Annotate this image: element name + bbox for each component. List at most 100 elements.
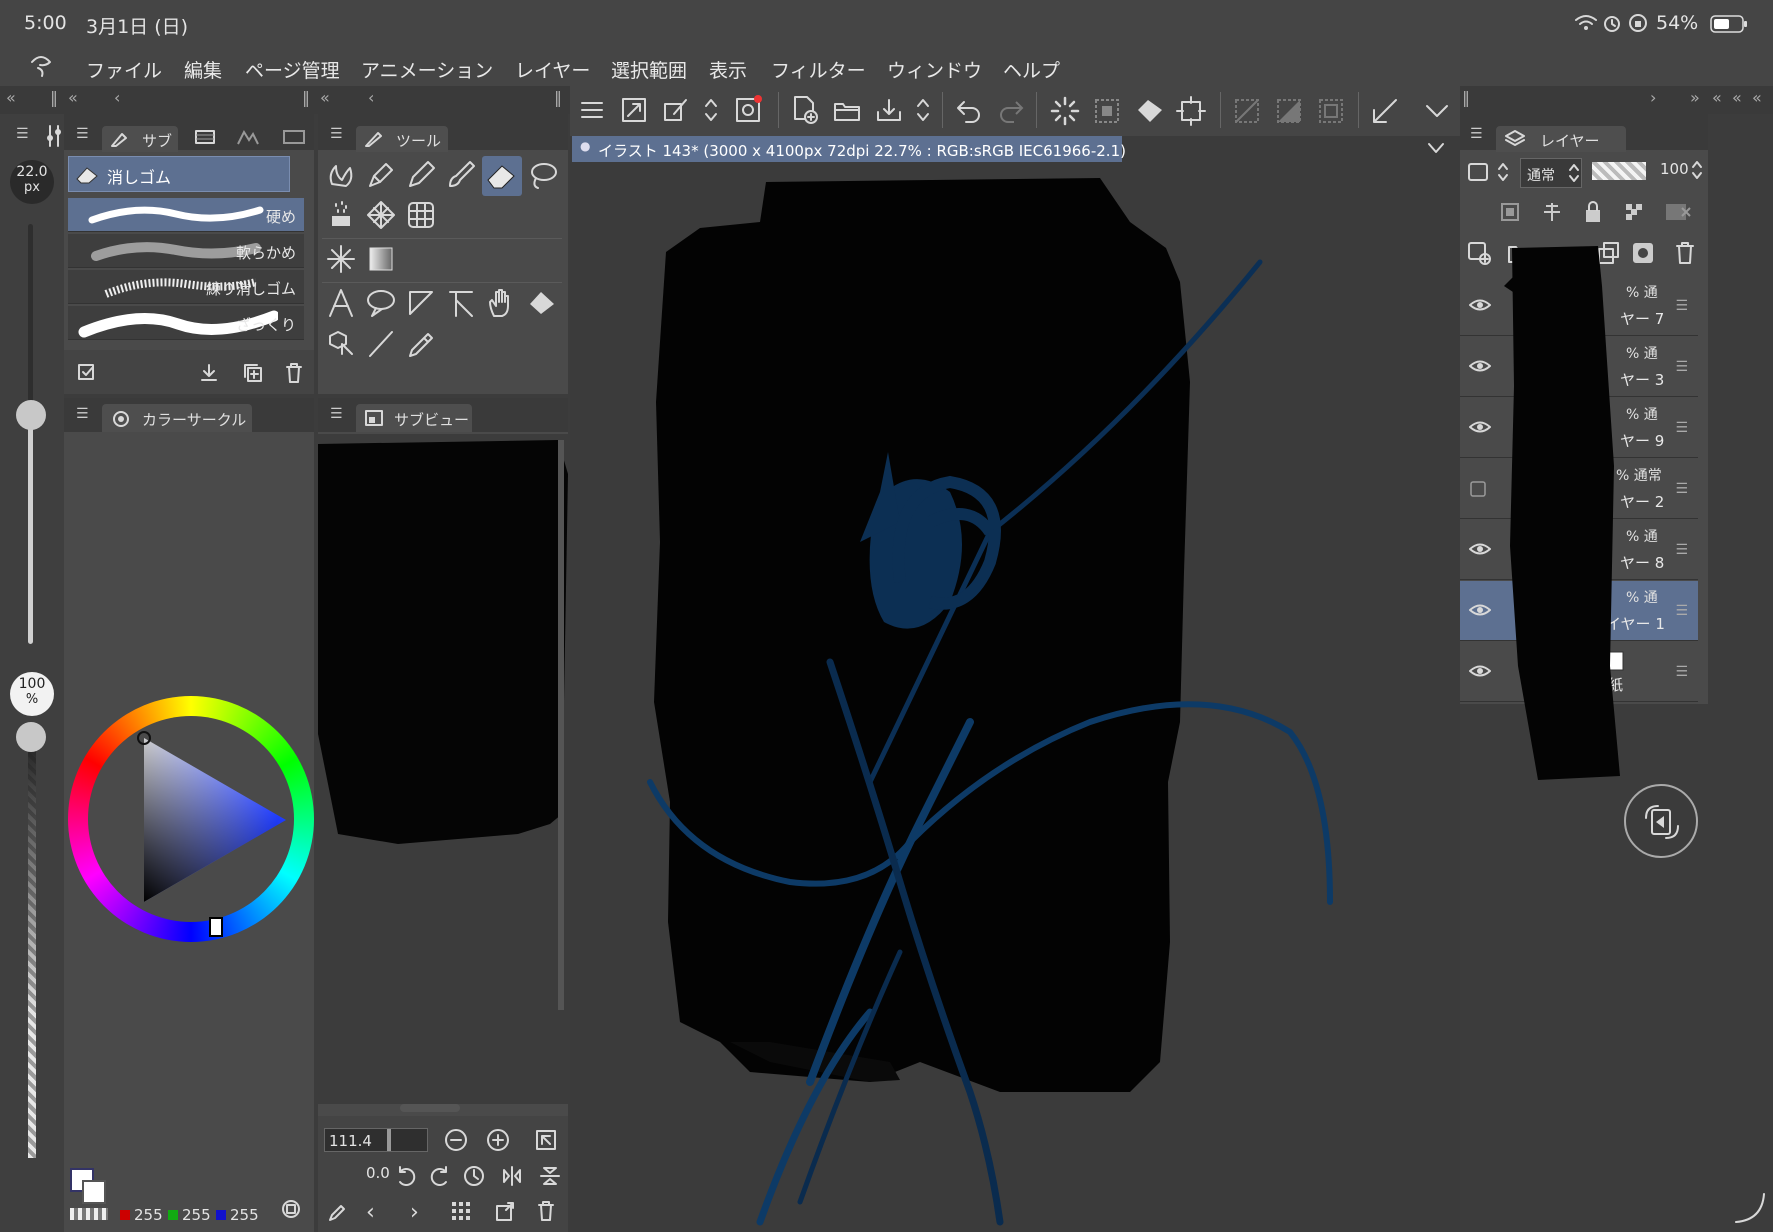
subview-trash-icon[interactable] [536, 1200, 556, 1222]
new-file-icon[interactable] [790, 94, 820, 124]
subview-preview[interactable] [318, 434, 568, 1104]
panel-menu-icon[interactable]: ☰ [16, 126, 29, 142]
fit-view-icon[interactable] [534, 1128, 558, 1152]
hand-icon[interactable] [484, 286, 520, 322]
brush-size-slider-handle[interactable] [16, 400, 46, 430]
brush-settings-icon[interactable] [46, 124, 62, 148]
liquify-icon[interactable] [324, 158, 360, 194]
sub-tool-group-eraser[interactable]: 消しゴム [68, 156, 290, 192]
clear-selection-icon[interactable] [1232, 96, 1262, 126]
tab-subview[interactable]: サブビュー [356, 404, 472, 432]
canvas-tab[interactable]: ● イラスト 143* (3000 x 4100px 72dpi 22.7% :… [572, 136, 1126, 162]
lock-transparency-icon[interactable] [1622, 200, 1646, 224]
brush-icon[interactable] [444, 158, 480, 194]
select-border-icon[interactable] [1316, 96, 1346, 126]
drag-handle-icon[interactable]: ☰ [1675, 298, 1688, 314]
chevron-left-icon[interactable]: ‹ [368, 88, 374, 107]
brush-item-kneaded[interactable]: 練り消しゴム [68, 270, 304, 304]
zoom-input[interactable]: 111.4 [324, 1128, 428, 1152]
quick-access-button[interactable] [1624, 784, 1698, 858]
flip-vertical-icon[interactable] [538, 1164, 562, 1188]
collapse-left-icon[interactable]: « [320, 88, 330, 107]
zoom-slider-handle[interactable] [387, 1129, 391, 1151]
object-select-icon[interactable] [324, 326, 360, 362]
panel-menu-icon[interactable]: ☰ [76, 126, 89, 142]
balloon-icon[interactable] [364, 286, 400, 322]
mask-icon[interactable] [1664, 200, 1694, 224]
loading-spinner-icon[interactable] [1050, 96, 1080, 126]
menu-file[interactable]: ファイル [86, 56, 162, 83]
eye-icon[interactable] [1468, 601, 1492, 619]
panel-menu-icon[interactable]: ☰ [1470, 126, 1483, 142]
lock-icon[interactable] [1582, 200, 1604, 224]
decoration-icon[interactable] [364, 198, 400, 234]
transform-icon[interactable] [1176, 96, 1206, 126]
invert-selection-icon[interactable] [1274, 96, 1304, 126]
gradient-icon[interactable] [364, 242, 400, 278]
brush-item-hard[interactable]: 硬め [68, 198, 304, 232]
save-icon[interactable] [874, 96, 904, 124]
drag-handle-icon[interactable]: ☰ [1675, 664, 1688, 680]
drag-handle-icon[interactable]: ☰ [1675, 481, 1688, 497]
up-down-icon[interactable] [914, 96, 932, 124]
trash-icon[interactable] [284, 362, 304, 384]
eye-icon[interactable] [1468, 296, 1492, 314]
resize-corner-icon[interactable] [1732, 1190, 1768, 1226]
film-icon[interactable] [194, 128, 216, 146]
line-icon[interactable] [364, 326, 400, 362]
menu-animation[interactable]: アニメーション [361, 56, 493, 83]
subview-scrollbar[interactable] [558, 440, 564, 1010]
mountain-icon[interactable] [236, 128, 260, 146]
collapse-right-icon[interactable]: » [1690, 88, 1700, 107]
menu-window[interactable]: ウィンドウ [887, 56, 982, 83]
chevron-left-icon[interactable]: ‹ [114, 88, 120, 107]
rotate-right-icon[interactable] [428, 1164, 452, 1188]
hamburger-menu-icon[interactable] [578, 96, 606, 124]
fill-bucket-icon[interactable] [1134, 96, 1166, 126]
menu-help[interactable]: ヘルプ [1003, 56, 1060, 83]
ruler-icon[interactable] [444, 286, 480, 322]
up-down-icon[interactable] [1690, 158, 1704, 182]
reset-rotation-icon[interactable] [462, 1164, 486, 1188]
reference-layer-icon[interactable] [1540, 200, 1564, 224]
clip-icon[interactable] [1498, 200, 1522, 224]
layer-color-icon[interactable] [1466, 160, 1490, 184]
flip-horizontal-icon[interactable] [500, 1164, 524, 1188]
sub-tool-settings-icon[interactable] [76, 362, 98, 384]
subview-eyedropper-icon[interactable] [326, 1200, 350, 1224]
new-raster-layer-icon[interactable] [1466, 240, 1492, 266]
next-image-icon[interactable]: › [410, 1200, 419, 1225]
up-down-icon[interactable] [702, 96, 720, 124]
eye-icon[interactable] [1468, 418, 1492, 436]
opacity-slider-handle[interactable] [16, 722, 46, 752]
collapse-left-icon[interactable]: « [1732, 88, 1742, 107]
menu-view[interactable]: 表示 [709, 56, 747, 83]
delete-layer-icon[interactable] [1674, 240, 1696, 266]
sub-color-swatch[interactable] [82, 1180, 106, 1204]
up-down-icon[interactable] [1496, 160, 1510, 184]
tab-dropdown-icon[interactable] [1426, 140, 1446, 156]
layer-mask-icon[interactable] [1630, 240, 1656, 266]
undo-icon[interactable] [954, 96, 984, 124]
tab-tool[interactable]: ツール [356, 126, 448, 152]
panel-menu-icon[interactable]: ☰ [330, 126, 343, 142]
ruler-snap-icon[interactable] [1370, 96, 1400, 126]
subview-h-scrollbar[interactable] [400, 1104, 460, 1112]
app-logo-icon[interactable] [26, 52, 56, 80]
text-icon[interactable] [324, 286, 360, 322]
color-mode-icon[interactable] [280, 1198, 302, 1220]
drag-handle-icon[interactable]: ☰ [1675, 420, 1688, 436]
tab-sub-tool[interactable]: サブ [102, 126, 178, 152]
download-icon[interactable] [198, 362, 220, 384]
visibility-checkbox[interactable] [1470, 481, 1486, 497]
grid-tool-icon[interactable] [404, 198, 440, 234]
edit-tool-icon[interactable] [662, 96, 690, 124]
zoom-out-icon[interactable] [444, 1128, 468, 1152]
select-dotted-icon[interactable] [1092, 96, 1122, 126]
grid-view-icon[interactable] [450, 1200, 472, 1222]
artwork[interactable] [570, 162, 1460, 1232]
collapse-left-icon[interactable]: « [1712, 88, 1722, 107]
drag-handle-icon[interactable]: ☰ [1675, 603, 1688, 619]
transparent-color-swatch[interactable] [70, 1208, 108, 1220]
lasso-icon[interactable] [526, 158, 562, 194]
